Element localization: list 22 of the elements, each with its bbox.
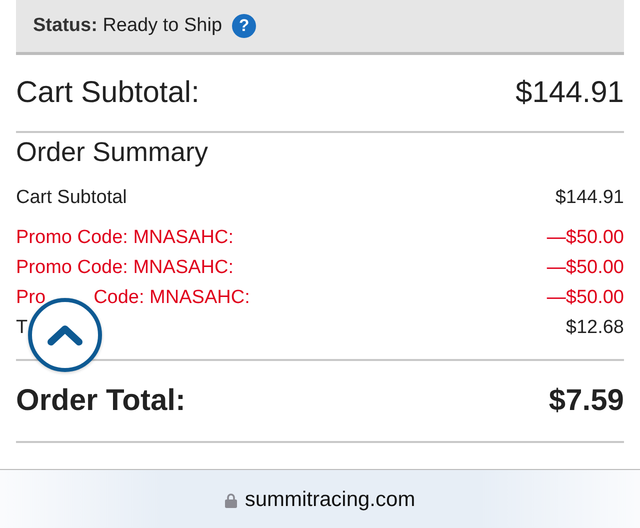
- cart-subtotal-label: Cart Subtotal:: [16, 76, 200, 110]
- order-total-label: Order Total:: [16, 384, 186, 418]
- summary-label: Promo Code: MNASAHC:: [16, 257, 234, 279]
- order-total-value: $7.59: [548, 384, 624, 418]
- summary-label: T: [16, 317, 28, 339]
- lock-icon: [224, 492, 237, 508]
- chevron-up-icon: [47, 324, 83, 346]
- status-text: Status: Ready to Ship: [33, 15, 222, 37]
- summary-value: $12.68: [566, 317, 624, 339]
- summary-label: Pro: [16, 287, 46, 309]
- help-icon[interactable]: ?: [232, 14, 256, 38]
- summary-value: —$50.00: [546, 227, 624, 249]
- section-title: Order Summary: [16, 136, 210, 169]
- summary-label: Code: MNASAHC:: [94, 287, 250, 309]
- url-text: summitracing.com: [244, 488, 416, 512]
- address-bar[interactable]: summitracing.com: [0, 470, 640, 528]
- summary-label: Cart Subtotal: [16, 187, 127, 209]
- summary-value: —$50.00: [546, 257, 624, 279]
- cart-subtotal-value: $144.91: [516, 76, 624, 110]
- summary-value: —$50.00: [546, 287, 624, 309]
- summary-value: $144.91: [555, 187, 624, 209]
- summary-label: Promo Code: MNASAHC:: [16, 227, 234, 249]
